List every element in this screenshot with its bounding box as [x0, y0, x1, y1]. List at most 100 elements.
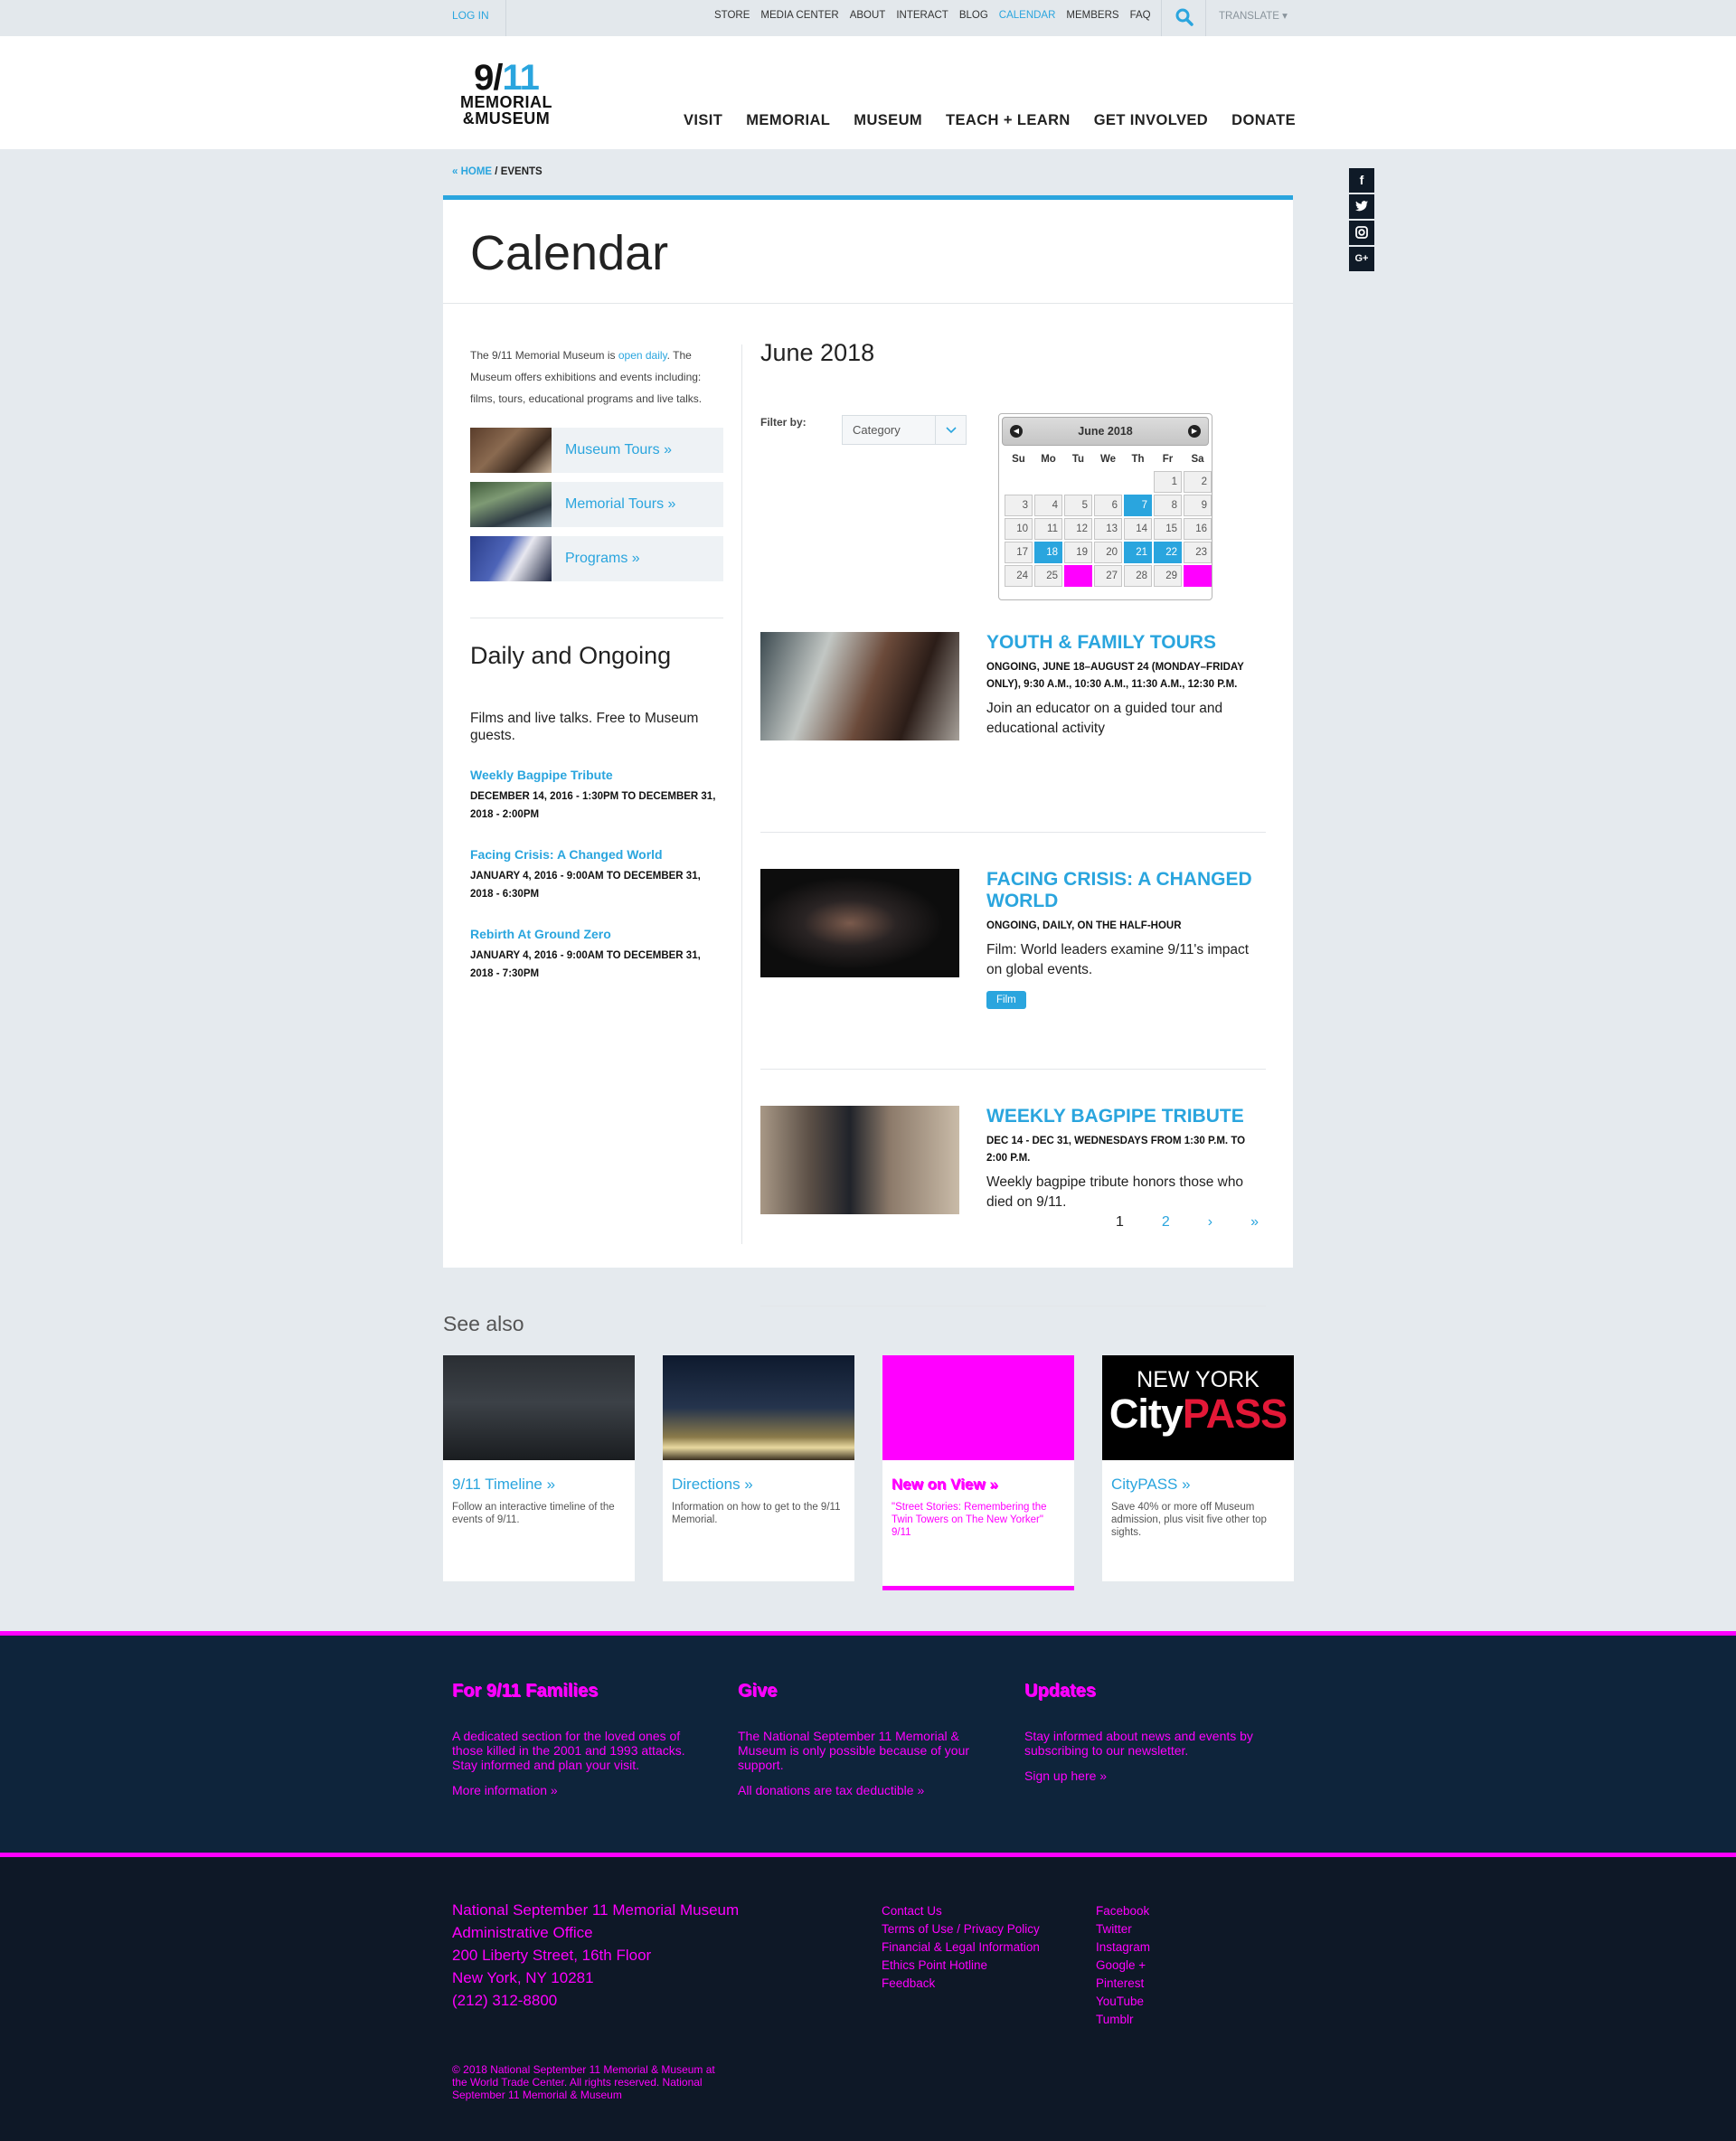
util-link-members[interactable]: MEMBERS — [1066, 0, 1118, 36]
last-page[interactable]: » — [1250, 1214, 1259, 1231]
calendar-day[interactable]: 28 — [1124, 565, 1152, 587]
footer-social-instagram[interactable]: Instagram — [1096, 1938, 1150, 1957]
footer-link-ethics[interactable]: Ethics Point Hotline — [882, 1957, 1040, 1975]
daily-item-title[interactable]: Weekly Bagpipe Tribute — [470, 768, 723, 782]
login-link[interactable]: LOG IN — [439, 0, 506, 36]
calendar-day[interactable] — [1184, 565, 1212, 587]
breadcrumb-home[interactable]: « HOME — [452, 166, 492, 177]
calendar-day[interactable]: 12 — [1064, 518, 1092, 540]
daily-item-date: DECEMBER 14, 2016 - 1:30PM TO DECEMBER 3… — [470, 791, 716, 820]
event-title[interactable]: YOUTH & FAMILY TOURS — [986, 632, 1266, 654]
calendar-day[interactable]: 29 — [1154, 565, 1182, 587]
util-link-interact[interactable]: INTERACT — [896, 0, 948, 36]
calendar-day[interactable]: 8 — [1154, 495, 1182, 516]
page-2[interactable]: 2 — [1162, 1214, 1170, 1231]
calendar-day[interactable]: 24 — [1005, 565, 1033, 587]
calendar-day[interactable]: 21 — [1124, 542, 1152, 563]
open-daily-link[interactable]: open daily — [618, 349, 667, 362]
facebook-icon[interactable]: f — [1349, 168, 1374, 193]
calendar-day[interactable]: 23 — [1184, 542, 1212, 563]
calendar-day[interactable]: 1 — [1154, 471, 1182, 493]
calendar-day[interactable]: 19 — [1064, 542, 1092, 563]
calendar-empty-cell — [1094, 471, 1122, 493]
see-also-card[interactable]: New on View » "Street Stories: Rememberi… — [882, 1355, 1074, 1590]
category-select[interactable]: Category — [842, 415, 967, 445]
calendar-day[interactable]: 20 — [1094, 542, 1122, 563]
nav-get-involved[interactable]: GET INVOLVED — [1094, 112, 1208, 129]
translate-dropdown[interactable]: TRANSLATE ▾ — [1219, 0, 1288, 33]
date-picker-grid: Su Mo Tu We Th Fr Sa 1 2 3 4 5 6 7 8 9 10 11 12 13 14 15 16 17 1… — [1002, 449, 1212, 587]
footer-col-link[interactable]: All donations are tax deductible » — [738, 1783, 982, 1797]
footer-link-feedback[interactable]: Feedback — [882, 1975, 1040, 1993]
calendar-day[interactable]: 4 — [1034, 495, 1062, 516]
calendar-day[interactable]: 27 — [1094, 565, 1122, 587]
nav-museum[interactable]: MUSEUM — [854, 112, 922, 129]
next-page[interactable]: › — [1208, 1214, 1212, 1231]
nav-visit[interactable]: VISIT — [684, 112, 722, 129]
event-title[interactable]: FACING CRISIS: A CHANGED WORLD — [986, 869, 1266, 912]
instagram-icon[interactable] — [1349, 221, 1374, 245]
daily-item-title[interactable]: Rebirth At Ground Zero — [470, 927, 723, 941]
util-link-store[interactable]: STORE — [714, 0, 750, 36]
nav-donate[interactable]: DONATE — [1231, 112, 1296, 129]
calendar-day[interactable]: 14 — [1124, 518, 1152, 540]
calendar-day[interactable]: 17 — [1005, 542, 1033, 563]
util-link-about[interactable]: ABOUT — [850, 0, 886, 36]
footer-col-link[interactable]: More information » — [452, 1783, 696, 1797]
event-image[interactable] — [760, 869, 959, 977]
search-button[interactable] — [1161, 0, 1206, 36]
event-desc: Join an educator on a guided tour and ed… — [986, 701, 1223, 736]
event-image[interactable] — [760, 1106, 959, 1214]
util-link-media-center[interactable]: MEDIA CENTER — [760, 0, 838, 36]
footer-social-twitter[interactable]: Twitter — [1096, 1920, 1150, 1938]
page-1[interactable]: 1 — [1116, 1214, 1124, 1231]
footer-social-google-plus[interactable]: Google + — [1096, 1957, 1150, 1975]
calendar-day[interactable]: 22 — [1154, 542, 1182, 563]
calendar-day[interactable]: 5 — [1064, 495, 1092, 516]
calendar-day[interactable]: 3 — [1005, 495, 1033, 516]
calendar-day[interactable]: 13 — [1094, 518, 1122, 540]
site-logo[interactable]: 9/11 MEMORIAL &MUSEUM — [452, 60, 561, 127]
twitter-icon[interactable] — [1349, 194, 1374, 219]
calendar-day[interactable] — [1064, 565, 1092, 587]
daily-item: Rebirth At Ground Zero JANUARY 4, 2016 -… — [470, 927, 723, 983]
event-tag-film[interactable]: Film — [986, 991, 1026, 1009]
calendar-day[interactable]: 25 — [1034, 565, 1062, 587]
calendar-day[interactable]: 10 — [1005, 518, 1033, 540]
footer-social-youtube[interactable]: YouTube — [1096, 1993, 1150, 2011]
calendar-day[interactable]: 6 — [1094, 495, 1122, 516]
calendar-day[interactable]: 7 — [1124, 495, 1152, 516]
prev-month-icon[interactable]: ◀ — [1010, 425, 1023, 438]
see-also-card[interactable]: 9/11 Timeline » Follow an interactive ti… — [443, 1355, 635, 1581]
see-also-card[interactable]: NEW YORK CityPASS CityPASS » Save 40% or… — [1102, 1355, 1294, 1581]
nav-teach-learn[interactable]: TEACH + LEARN — [946, 112, 1071, 129]
event-title[interactable]: WEEKLY BAGPIPE TRIBUTE — [986, 1106, 1266, 1127]
footer-link-terms[interactable]: Terms of Use / Privacy Policy — [882, 1920, 1040, 1938]
daily-item-title[interactable]: Facing Crisis: A Changed World — [470, 847, 723, 862]
new-on-view-image — [882, 1355, 1074, 1460]
calendar-day[interactable]: 9 — [1184, 495, 1212, 516]
util-link-calendar[interactable]: CALENDAR — [999, 0, 1056, 36]
footer-link-financial[interactable]: Financial & Legal Information — [882, 1938, 1040, 1957]
next-month-icon[interactable]: ▶ — [1188, 425, 1201, 438]
footer-social-tumblr[interactable]: Tumblr — [1096, 2011, 1150, 2029]
quick-link-programs[interactable]: Programs » — [470, 536, 723, 581]
calendar-day[interactable]: 15 — [1154, 518, 1182, 540]
footer-social-pinterest[interactable]: Pinterest — [1096, 1975, 1150, 1993]
footer-col-text: The National September 11 Memorial & Mus… — [738, 1729, 970, 1772]
google-plus-icon[interactable]: G+ — [1349, 247, 1374, 271]
footer-link-contact[interactable]: Contact Us — [882, 1902, 1040, 1920]
calendar-day[interactable]: 16 — [1184, 518, 1212, 540]
nav-memorial[interactable]: MEMORIAL — [746, 112, 830, 129]
calendar-day[interactable]: 11 — [1034, 518, 1062, 540]
util-link-faq[interactable]: FAQ — [1130, 0, 1151, 36]
footer-social-facebook[interactable]: Facebook — [1096, 1902, 1150, 1920]
util-link-blog[interactable]: BLOG — [959, 0, 988, 36]
quick-link-memorial-tours[interactable]: Memorial Tours » — [470, 482, 723, 527]
calendar-day[interactable]: 2 — [1184, 471, 1212, 493]
see-also-card[interactable]: Directions » Information on how to get t… — [663, 1355, 854, 1581]
event-image[interactable] — [760, 632, 959, 740]
footer-col-link[interactable]: Sign up here » — [1024, 1768, 1269, 1783]
quick-link-museum-tours[interactable]: Museum Tours » — [470, 428, 723, 473]
calendar-day[interactable]: 18 — [1034, 542, 1062, 563]
